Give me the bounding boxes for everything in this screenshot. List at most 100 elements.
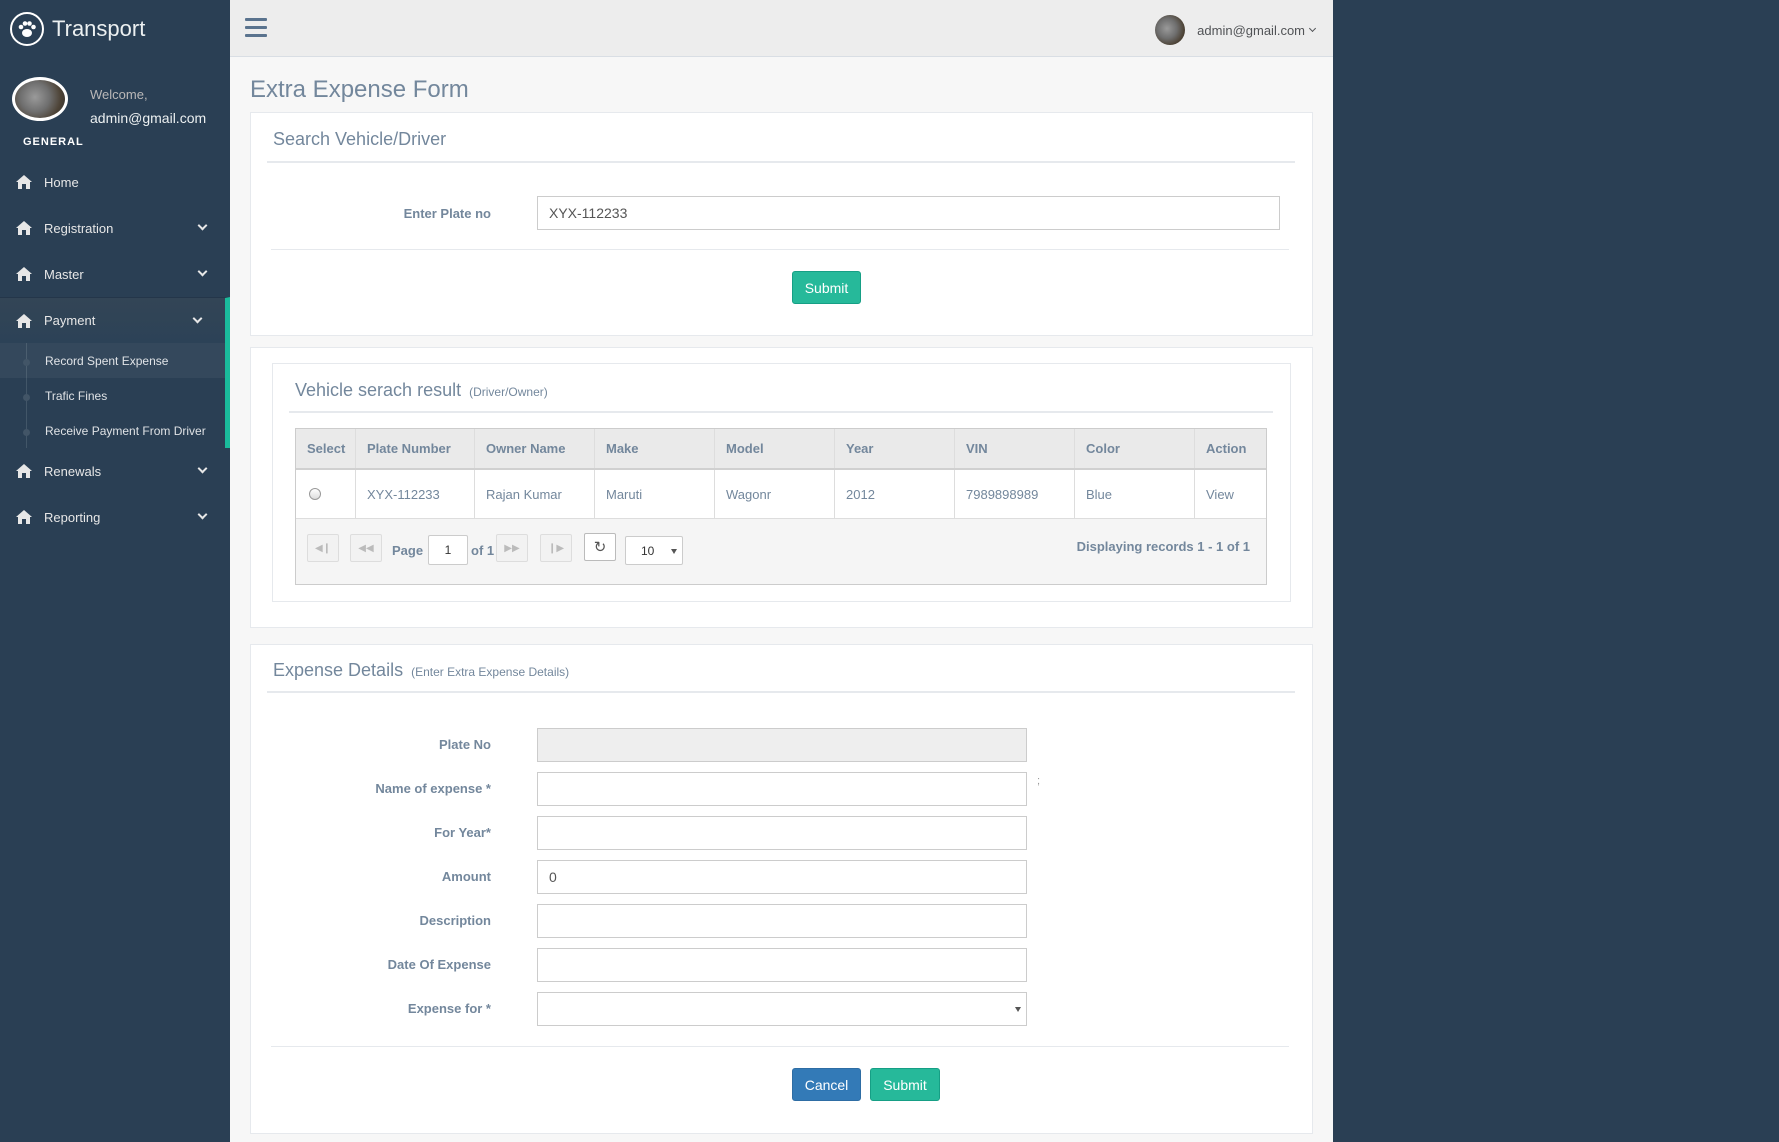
prev-page-icon[interactable]: ◀◀ — [350, 534, 382, 562]
home-icon — [16, 510, 34, 524]
user-email: admin@gmail.com — [1197, 22, 1305, 38]
search-panel: Search Vehicle/Driver Enter Plate no XYX… — [250, 112, 1313, 336]
description-label: Description — [419, 913, 491, 928]
column-header[interactable]: Action — [1195, 429, 1246, 468]
sidebar-item-registration[interactable]: Registration — [0, 205, 230, 251]
table-row[interactable]: XYX-112233 Rajan Kumar Maruti Wagonr 201… — [296, 470, 1266, 519]
records-info: Displaying records 1 - 1 of 1 — [1076, 539, 1250, 554]
sidebar-item-home[interactable]: Home — [0, 159, 230, 205]
caret-down-icon — [1015, 1007, 1021, 1012]
expense-title-text: Expense Details — [273, 660, 404, 680]
sidebar-item-label: Payment — [44, 313, 96, 328]
last-page-icon[interactable]: ❙▶ — [540, 534, 572, 562]
page-label: Page — [392, 543, 424, 558]
results-title-text: Vehicle serach result — [295, 380, 462, 400]
sidebar-item-payment[interactable]: Payment — [0, 297, 230, 343]
results-subtitle: (Driver/Owner) — [469, 385, 548, 399]
column-header[interactable]: Year — [835, 429, 955, 468]
payment-submenu: Record Spent Expense Trafic Fines Receiv… — [0, 343, 230, 448]
sidebar-subitem-trafic-fines[interactable]: Trafic Fines — [0, 378, 225, 413]
avatar — [12, 77, 68, 121]
profile: Welcome, admin@gmail.com — [0, 57, 230, 137]
page-title: Extra Expense Form — [250, 76, 469, 103]
column-header[interactable]: Select — [296, 429, 356, 468]
menu-toggle-icon[interactable] — [245, 18, 267, 42]
chevron-down-icon — [197, 509, 208, 520]
expense-title: Expense Details (Enter Extra Expense Deta… — [273, 660, 569, 681]
divider — [267, 161, 1295, 163]
plate-cell: XYX-112233 — [356, 470, 475, 518]
plate-search-label: Enter Plate no — [403, 206, 491, 221]
section-title: GENERAL — [23, 136, 84, 148]
expense-name-label: Name of expense * — [375, 781, 491, 796]
model-cell: Wagonr — [715, 470, 835, 518]
view-link[interactable]: View — [1195, 470, 1246, 518]
sidebar-item-reporting[interactable]: Reporting — [0, 494, 230, 540]
sidebar-item-label: Registration — [44, 220, 114, 236]
column-header[interactable]: Make — [595, 429, 715, 468]
cancel-button[interactable]: Cancel — [792, 1068, 861, 1101]
divider — [289, 411, 1273, 413]
profile-email: admin@gmail.com — [90, 110, 207, 126]
expense-name-field[interactable] — [537, 772, 1027, 806]
expense-date-field[interactable] — [537, 948, 1027, 982]
expense-for-select[interactable] — [537, 992, 1027, 1026]
vin-cell: 7989898989 — [955, 470, 1075, 518]
column-header[interactable]: VIN — [955, 429, 1075, 468]
sidebar-item-label: Home — [44, 174, 79, 190]
year-cell: 2012 — [835, 470, 955, 518]
sidebar-subitem-record-spent-expense[interactable]: Record Spent Expense — [0, 343, 225, 378]
description-field[interactable] — [537, 904, 1027, 938]
first-page-icon[interactable]: ◀❙ — [307, 534, 339, 562]
caret-down-icon — [671, 549, 677, 554]
sidebar-subitem-receive-payment[interactable]: Receive Payment From Driver — [0, 413, 225, 448]
grid-header: Select Plate Number Owner Name Make Mode… — [296, 429, 1266, 470]
page-size-value: 10 — [641, 543, 655, 558]
page-input[interactable]: 1 — [428, 535, 468, 565]
column-header[interactable]: Plate Number — [356, 429, 475, 468]
page-of-label: of 1 — [471, 543, 495, 558]
plate-no-field — [537, 728, 1027, 762]
plate-no-label: Plate No — [438, 737, 491, 752]
expense-for-label: Expense for * — [407, 1001, 491, 1016]
plate-search-input[interactable]: XYX-112233 — [537, 196, 1280, 230]
column-header[interactable]: Owner Name — [475, 429, 595, 468]
brand[interactable]: Transport — [0, 0, 230, 57]
chevron-down-icon — [1308, 24, 1317, 33]
sidebar-item-renewals[interactable]: Renewals — [0, 448, 230, 494]
divider — [271, 1046, 1289, 1047]
chevron-down-icon — [192, 313, 203, 324]
pager: ◀❙ ◀◀ Page 1 of 1 ▶▶ ❙▶ ↻ 10 Displaying … — [296, 519, 1266, 585]
home-icon — [16, 267, 34, 281]
page-size-select[interactable]: 10 — [625, 536, 683, 565]
make-cell: Maruti — [595, 470, 715, 518]
sidebar-item-master[interactable]: Master — [0, 251, 230, 297]
results-title: Vehicle serach result (Driver/Owner) — [295, 380, 548, 401]
side-menu: Home Registration Master Payment Record … — [0, 159, 230, 540]
top-nav: admin@gmail.com — [230, 0, 1333, 57]
for-year-field[interactable] — [537, 816, 1027, 850]
next-page-icon[interactable]: ▶▶ — [496, 534, 528, 562]
welcome-text: Welcome, — [90, 87, 148, 102]
amount-label: Amount — [441, 869, 491, 884]
chevron-down-icon — [197, 266, 208, 277]
sidebar-item-label: Renewals — [44, 463, 102, 479]
sidebar: Transport Welcome, admin@gmail.com GENER… — [0, 0, 230, 1142]
row-select-radio[interactable] — [309, 488, 321, 500]
home-icon — [16, 221, 34, 235]
brand-title: Transport — [52, 15, 146, 41]
home-icon — [16, 175, 34, 189]
sidebar-item-label: Master — [44, 266, 84, 282]
chevron-down-icon — [197, 463, 208, 474]
search-submit-button[interactable]: Submit — [792, 271, 861, 304]
column-header[interactable]: Model — [715, 429, 835, 468]
column-header[interactable]: Color — [1075, 429, 1195, 468]
refresh-icon[interactable]: ↻ — [584, 533, 616, 561]
home-icon — [16, 313, 34, 328]
expense-panel: Expense Details (Enter Extra Expense Deta… — [250, 644, 1313, 1134]
user-menu[interactable]: admin@gmail.com — [1155, 15, 1317, 45]
search-panel-title: Search Vehicle/Driver — [273, 129, 447, 149]
amount-field[interactable]: 0 — [537, 860, 1027, 894]
divider — [271, 249, 1289, 250]
expense-submit-button[interactable]: Submit — [870, 1068, 940, 1101]
